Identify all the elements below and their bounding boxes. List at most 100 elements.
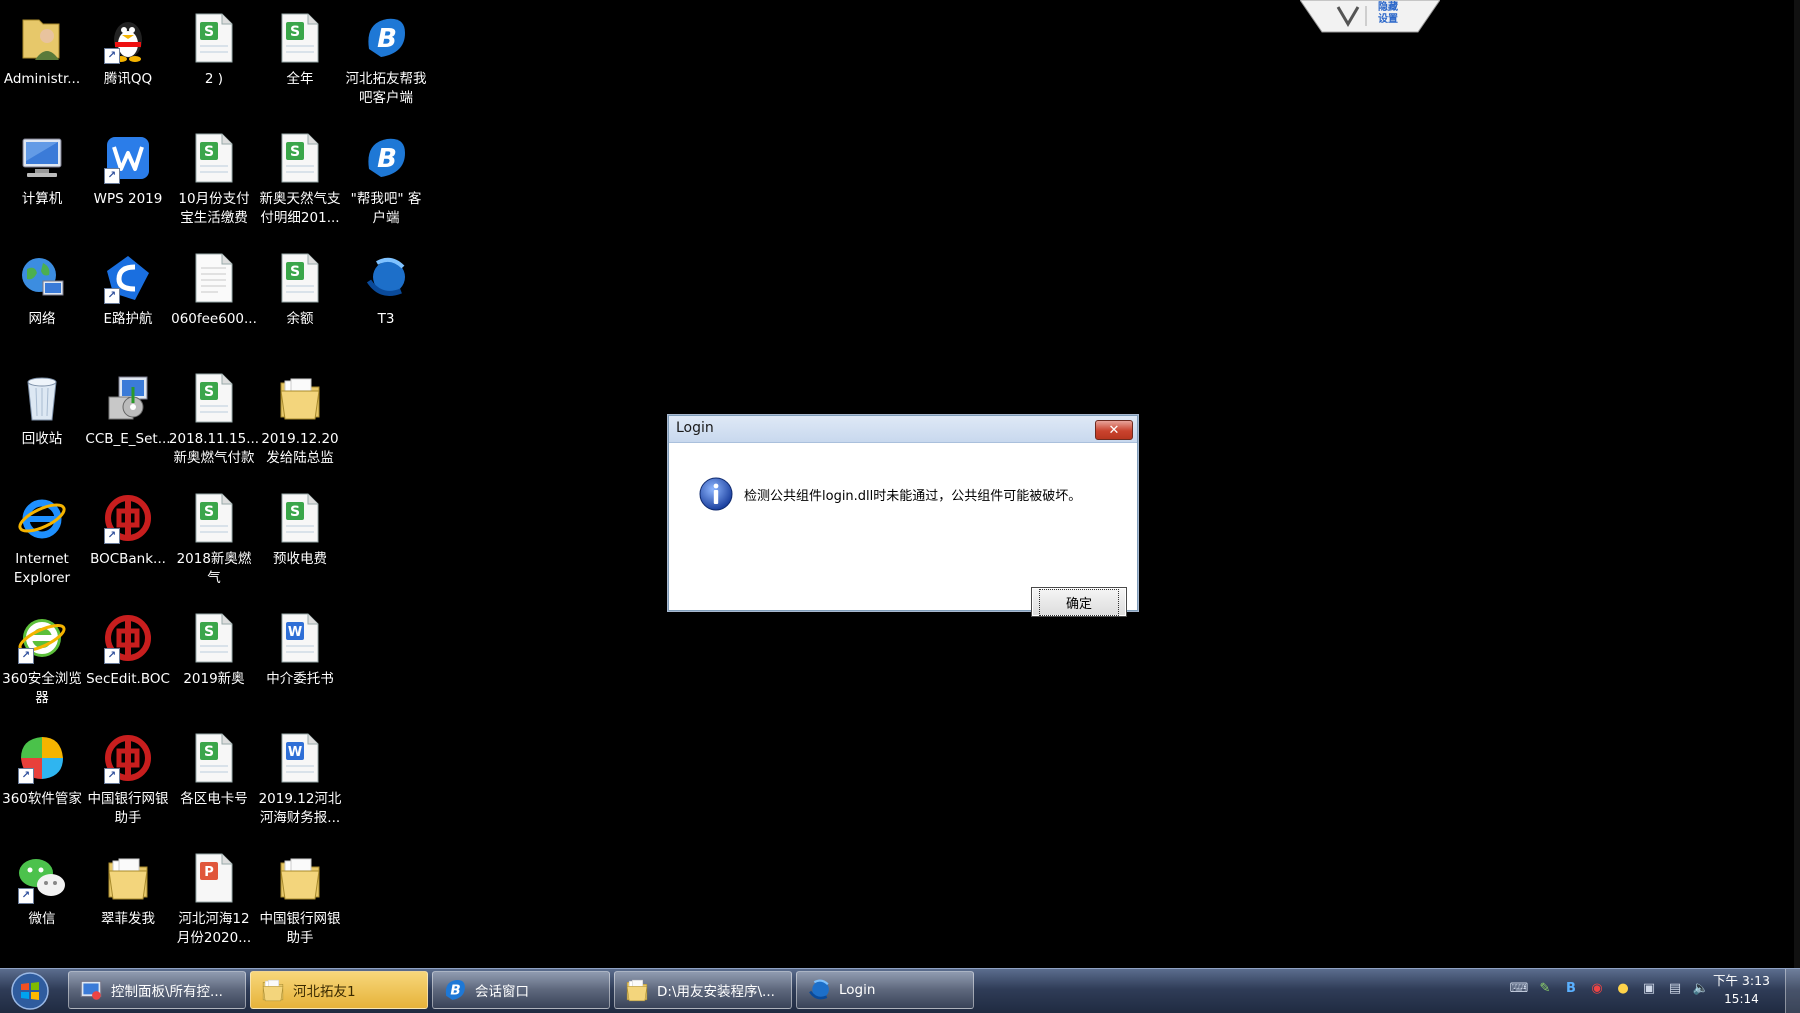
desktop-icon[interactable]: S 全年 (258, 10, 342, 89)
remote-control-tab[interactable]: 隐藏 设置 (1299, 0, 1441, 34)
svg-text:S: S (204, 504, 214, 520)
svg-text:S: S (290, 144, 300, 160)
desktop-icon[interactable]: B "帮我吧" 客 户端 (344, 130, 428, 228)
shortcut-arrow-icon: ↗ (104, 168, 120, 184)
desktop-icon[interactable]: S 预收电费 (258, 490, 342, 569)
desktop-icon-label: 2018.11.15... 新奥燃气付款 (168, 431, 260, 466)
taskbar-button[interactable]: 控制面板\所有控... (68, 971, 246, 1009)
boc-tray-icon[interactable]: ◉ (1588, 979, 1606, 997)
desktop-icon[interactable]: S 2018.11.15... 新奥燃气付款 (169, 370, 259, 468)
clock[interactable]: 下午 3:13 15:14 (1713, 972, 1770, 1008)
desktop-icon-label: 计算机 (21, 191, 63, 207)
dialog-close-button[interactable]: ✕ (1095, 420, 1133, 440)
ok-button[interactable]: 确定 (1031, 587, 1127, 617)
folder-icon (259, 976, 287, 1004)
windows-logo-icon (11, 972, 49, 1010)
svg-text:S: S (290, 264, 300, 280)
desktop-icon-label: Internet Explorer (13, 551, 71, 586)
svg-text:B: B (450, 983, 460, 999)
desktop-icon-label: 360安全浏览 器 (2, 671, 82, 706)
keyboard-icon[interactable]: ⌨ (1510, 979, 1529, 997)
qq-tray-icon[interactable]: ● (1614, 979, 1632, 997)
dialog-titlebar[interactable]: Login ✕ (669, 416, 1137, 443)
desktop-icon-label: 回收站 (21, 431, 63, 447)
show-desktop-button[interactable] (1785, 969, 1800, 1013)
desktop-icon[interactable]: Administr... (0, 10, 84, 89)
taskbar: 控制面板\所有控... 河北拓友1 B 会话窗口 D:\用友安装程序\... Login … (0, 968, 1800, 1013)
dialog-body: 检测公共组件login.dll时未能通过，公共组件可能被破坏。 确定 (669, 443, 1137, 617)
desktop-icon-label: CCB_E_Set... (85, 431, 171, 447)
desktop-icon-label: 网络 (28, 311, 56, 327)
spreadsheet-icon: S (186, 730, 242, 786)
desktop-icon[interactable]: ↗ 360安全浏览 器 (0, 610, 84, 708)
taskbar-button[interactable]: B 会话窗口 (432, 971, 610, 1009)
desktop-icon[interactable]: ↗ 微信 (0, 850, 84, 929)
desktop-screen: Administr... ↗ 腾讯QQ S 2 ) S 全年 B 河北拓友帮我 吧客户端计算机 ↗… (0, 0, 1800, 1013)
desktop-icon[interactable]: S 10月份支付 宝生活缴费 (172, 130, 256, 228)
desktop-icon[interactable]: ↗ 360软件管家 (0, 730, 84, 809)
taskbar-button-label: 控制面板\所有控... (111, 984, 223, 1000)
desktop-icon[interactable]: S 各区电卡号 (172, 730, 256, 809)
svg-text:P: P (204, 865, 214, 880)
bangwoba-tray-icon[interactable]: B (1562, 979, 1580, 997)
desktop-icon[interactable]: P 河北河海12 月份2020... (172, 850, 256, 948)
taskbar-button[interactable]: Login (796, 971, 974, 1009)
internet-explorer-icon (14, 490, 70, 546)
display-tray-icon[interactable]: ▤ (1666, 979, 1684, 997)
desktop-icon[interactable]: 2019.12.20 发给陆总监 (258, 370, 342, 468)
desktop-icon-label: BOCBank... (90, 551, 166, 567)
desktop-icon[interactable]: S 2018新奥燃 气 (172, 490, 256, 588)
spreadsheet-icon: S (186, 130, 242, 186)
computer-icon (14, 130, 70, 186)
desktop-icon[interactable]: B 河北拓友帮我 吧客户端 (344, 10, 428, 108)
taskbar-button[interactable]: 河北拓友1 (250, 971, 428, 1009)
taskbar-button-label: 河北拓友1 (293, 984, 356, 1000)
desktop-icon[interactable]: ↗ 腾讯QQ (86, 10, 170, 89)
start-button[interactable] (4, 971, 56, 1011)
remote-tab-label: 隐藏 设置 (1378, 2, 1398, 25)
desktop-icon[interactable]: ↗ SecEdit.BOC (86, 610, 170, 689)
desktop-icon-label: 2019.12河北 河海财务报... (258, 791, 342, 826)
desktop-icon[interactable]: 中国银行网银 助手 (258, 850, 342, 948)
taskbar-button[interactable]: D:\用友安装程序\... (614, 971, 792, 1009)
desktop-icon[interactable]: 回收站 (0, 370, 84, 449)
desktop-icon[interactable]: ↗ BOCBank... (86, 490, 170, 569)
ok-button-label: 确定 (1038, 588, 1119, 616)
desktop-icon[interactable]: S 余额 (258, 250, 342, 329)
spreadsheet-icon: S (186, 370, 242, 426)
desktop-icon[interactable]: S 新奥天然气支 付明细201... (258, 130, 342, 228)
desktop-icon[interactable]: Internet Explorer (0, 490, 84, 588)
desktop-icon[interactable]: W 中介委托书 (258, 610, 342, 689)
desktop-icon[interactable]: ↗ E路护航 (86, 250, 170, 329)
desktop-icon[interactable]: S 2019新奥 (172, 610, 256, 689)
desktop-icon[interactable]: W 2019.12河北 河海财务报... (258, 730, 342, 828)
taskbar-button-label: D:\用友安装程序\... (657, 984, 775, 1000)
desktop-icon[interactable]: ↗ WPS 2019 (86, 130, 170, 209)
desktop-icon[interactable]: 060fee600... (171, 250, 257, 329)
svg-text:S: S (204, 24, 214, 40)
svg-text:B: B (377, 144, 397, 174)
system-tray: ⌨ ✎ B ◉ ● ▣ ▤ 🔈 (1510, 979, 1710, 997)
login-error-dialog: Login ✕ 检测公共组件login.dll时未能通过，公共组件可能被破坏。 … (668, 415, 1138, 617)
desktop-icon-label: T3 (377, 311, 395, 327)
desktop-icon-label: 360软件管家 (2, 791, 82, 807)
desktop-icon[interactable]: 计算机 (0, 130, 84, 209)
desktop-icon-label: SecEdit.BOC (86, 671, 170, 687)
desktop-icon-label: 060fee600... (171, 311, 257, 327)
desktop-icon-area: Administr... ↗ 腾讯QQ S 2 ) S 全年 B 河北拓友帮我 吧客户端计算机 ↗… (0, 0, 440, 960)
network-tray-icon[interactable]: ▣ (1640, 979, 1658, 997)
desktop-icon[interactable]: T3 (344, 250, 428, 329)
desktop-icon[interactable]: S 2 ) (172, 10, 256, 89)
pen-icon[interactable]: ✎ (1536, 979, 1554, 997)
desktop-icon[interactable]: CCB_E_Set... (85, 370, 171, 449)
volume-icon[interactable]: 🔈 (1692, 979, 1710, 997)
svg-text:W: W (288, 625, 302, 640)
desktop-icon[interactable]: ↗ 中国银行网银 助手 (86, 730, 170, 828)
desktop-icon-label: 微信 (28, 911, 56, 927)
desktop-icon-label: 河北河海12 月份2020... (176, 911, 252, 946)
desktop-icon[interactable]: 翠菲发我 (86, 850, 170, 929)
taskbar-button-label: Login (839, 982, 876, 998)
desktop-icon[interactable]: 网络 (0, 250, 84, 329)
shortcut-arrow-icon: ↗ (18, 888, 34, 904)
boc-icon: ↗ (100, 610, 156, 666)
